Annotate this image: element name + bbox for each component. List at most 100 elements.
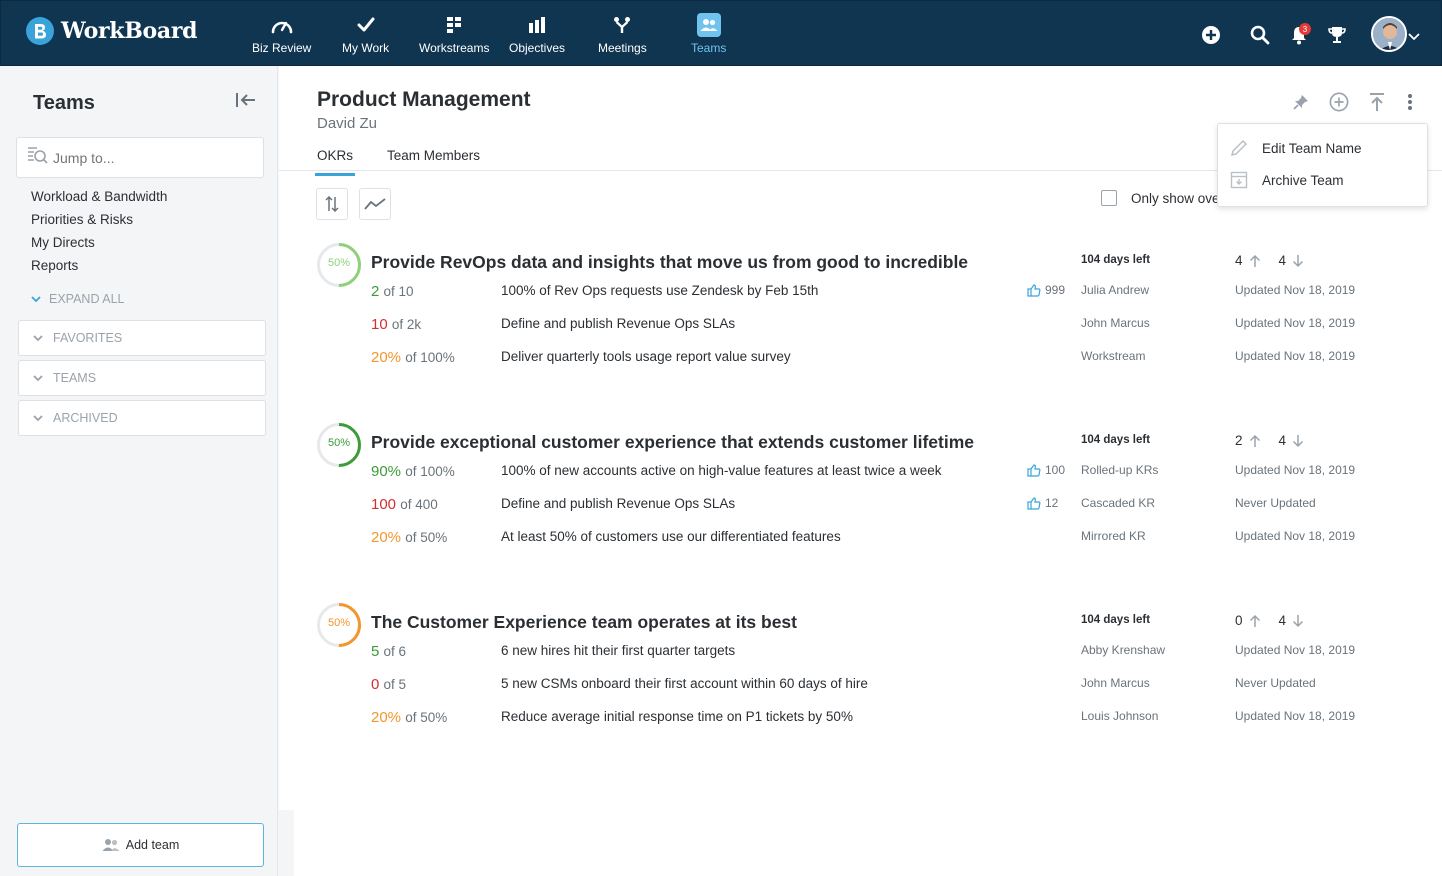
nav-teams[interactable]: Teams <box>691 13 726 55</box>
down-count: 4 <box>1278 433 1287 448</box>
down-count: 4 <box>1278 253 1287 268</box>
add-team-label: Add team <box>125 838 180 852</box>
add-team-button[interactable]: Add team <box>17 823 264 867</box>
trend-line-icon <box>364 197 386 211</box>
people-icon <box>102 838 120 852</box>
key-result-row[interactable]: 2 of 10 100% of Rev Ops requests use Zend… <box>279 283 1442 303</box>
only-show-filter[interactable]: Only show ove <box>1101 190 1219 206</box>
section-label: FAVORITES <box>53 331 123 345</box>
kr-text[interactable]: At least 50% of customers use our differ… <box>501 529 841 544</box>
up-count: 0 <box>1235 613 1243 628</box>
workboard-logo[interactable]: WorkBoard <box>26 17 198 45</box>
section-teams[interactable]: TEAMS <box>18 360 266 396</box>
kr-text[interactable]: 100% of new accounts active on high-valu… <box>501 463 942 478</box>
kr-current: 100 <box>371 496 397 513</box>
arrow-up-icon[interactable] <box>1249 254 1261 268</box>
jump-to-search[interactable] <box>16 137 264 178</box>
days-left: 104 days left <box>1081 614 1151 626</box>
kr-owner: Julia Andrew <box>1081 283 1150 297</box>
key-result-row[interactable]: 100 of 400 Define and publish Revenue Ops… <box>279 496 1442 516</box>
kr-current: 10 <box>371 316 388 333</box>
objective-title[interactable]: Provide RevOps data and insights that mo… <box>371 252 968 273</box>
progress-label: 50% <box>327 257 351 269</box>
pencil-icon <box>1228 137 1250 159</box>
nav-workstreams[interactable]: Workstreams <box>419 13 489 55</box>
tab-okrs[interactable]: OKRs <box>315 146 356 176</box>
nav-my-work[interactable]: My Work <box>342 13 389 55</box>
pin-icon[interactable] <box>1291 92 1311 112</box>
arrow-down-icon[interactable] <box>1292 614 1304 628</box>
kr-current: 20% <box>371 709 402 726</box>
sort-button[interactable] <box>316 188 348 220</box>
trophy-icon[interactable] <box>1327 25 1347 45</box>
kr-likes[interactable]: 12 <box>1027 496 1058 510</box>
kr-current: 0 <box>371 676 380 693</box>
collapse-sidebar-icon[interactable] <box>235 92 257 113</box>
nav-biz-review[interactable]: Biz Review <box>252 13 311 55</box>
kr-text[interactable]: 6 new hires hit their first quarter targ… <box>501 643 735 658</box>
section-favorites[interactable]: FAVORITES <box>18 320 266 356</box>
check-icon <box>357 13 375 37</box>
trend-button[interactable] <box>359 188 391 220</box>
upload-icon[interactable] <box>1367 92 1387 112</box>
key-result-row[interactable]: 0 of 5 5 new CSMs onboard their first acc… <box>279 676 1442 696</box>
nav-meetings[interactable]: Meetings <box>598 13 647 55</box>
up-count: 4 <box>1235 253 1243 268</box>
kr-text[interactable]: 100% of Rev Ops requests use Zendesk by … <box>501 283 818 298</box>
kr-target: of 50% <box>405 710 448 725</box>
tab-team-members[interactable]: Team Members <box>385 146 482 176</box>
expand-all-toggle[interactable]: EXPAND ALL <box>31 292 125 306</box>
chevron-down-icon[interactable] <box>1407 27 1421 47</box>
nav-label: Biz Review <box>252 41 312 55</box>
kr-current: 2 <box>371 283 380 300</box>
section-label: TEAMS <box>53 371 97 385</box>
objective-title[interactable]: The Customer Experience team operates at… <box>371 612 797 633</box>
arrow-down-icon[interactable] <box>1292 254 1304 268</box>
team-actions-menu: Edit Team Name Archive Team <box>1217 123 1428 207</box>
section-archived[interactable]: ARCHIVED <box>18 400 266 436</box>
add-circle-outline-icon[interactable] <box>1329 92 1349 112</box>
sidebar-link-priorities[interactable]: Priorities & Risks <box>31 212 133 227</box>
arrow-down-icon[interactable] <box>1292 434 1304 448</box>
kr-likes[interactable]: 100 <box>1027 463 1065 477</box>
kr-text[interactable]: Deliver quarterly tools usage report val… <box>501 349 791 364</box>
key-result-row[interactable]: 20% of 50% At least 50% of customers use … <box>279 529 1442 549</box>
objective-title[interactable]: Provide exceptional customer experience … <box>371 432 974 453</box>
more-vertical-icon[interactable] <box>1400 92 1420 112</box>
sidebar-link-my-directs[interactable]: My Directs <box>31 235 95 250</box>
search-icon[interactable] <box>1250 25 1270 45</box>
menu-archive-team[interactable]: Archive Team <box>1228 169 1344 191</box>
likes-count: 12 <box>1045 496 1059 510</box>
menu-edit-team-name[interactable]: Edit Team Name <box>1228 137 1362 159</box>
kr-text[interactable]: Reduce average initial response time on … <box>501 709 853 724</box>
kr-likes[interactable]: 999 <box>1027 283 1065 297</box>
sidebar-link-workload[interactable]: Workload & Bandwidth <box>31 189 167 204</box>
objective-votes: 44 <box>1235 253 1322 268</box>
kr-text[interactable]: Define and publish Revenue Ops SLAs <box>501 496 735 511</box>
key-result-row[interactable]: 20% of 50% Reduce average initial respons… <box>279 709 1442 729</box>
user-avatar[interactable] <box>1371 16 1407 52</box>
key-result-row[interactable]: 20% of 100% Deliver quarterly tools usage… <box>279 349 1442 369</box>
arrow-up-icon[interactable] <box>1249 434 1261 448</box>
key-result-row[interactable]: 10 of 2k Define and publish Revenue Ops S… <box>279 316 1442 336</box>
sort-icon <box>324 195 340 213</box>
nav-objectives[interactable]: Objectives <box>509 13 565 55</box>
kr-value: 20% of 50% <box>371 529 447 546</box>
kr-target: of 100% <box>405 464 455 479</box>
arrow-up-icon[interactable] <box>1249 614 1261 628</box>
only-show-checkbox[interactable] <box>1101 190 1117 206</box>
kr-text[interactable]: Define and publish Revenue Ops SLAs <box>501 316 735 331</box>
chevron-down-icon <box>31 295 41 303</box>
key-result-row[interactable]: 90% of 100% 100% of new accounts active o… <box>279 463 1442 483</box>
key-result-row[interactable]: 5 of 6 6 new hires hit their first quarte… <box>279 643 1442 663</box>
thumbs-up-icon <box>1027 496 1041 510</box>
kr-updated: Updated Nov 18, 2019 <box>1235 463 1356 477</box>
sidebar-link-reports[interactable]: Reports <box>31 258 78 273</box>
likes-count: 100 <box>1045 463 1066 477</box>
kr-text[interactable]: 5 new CSMs onboard their first account w… <box>501 676 868 691</box>
add-circle-icon[interactable] <box>1201 25 1221 45</box>
section-label: ARCHIVED <box>53 411 118 425</box>
jump-to-input[interactable] <box>53 149 253 166</box>
kr-updated: Updated Nov 18, 2019 <box>1235 349 1356 363</box>
days-left: 104 days left <box>1081 254 1151 266</box>
